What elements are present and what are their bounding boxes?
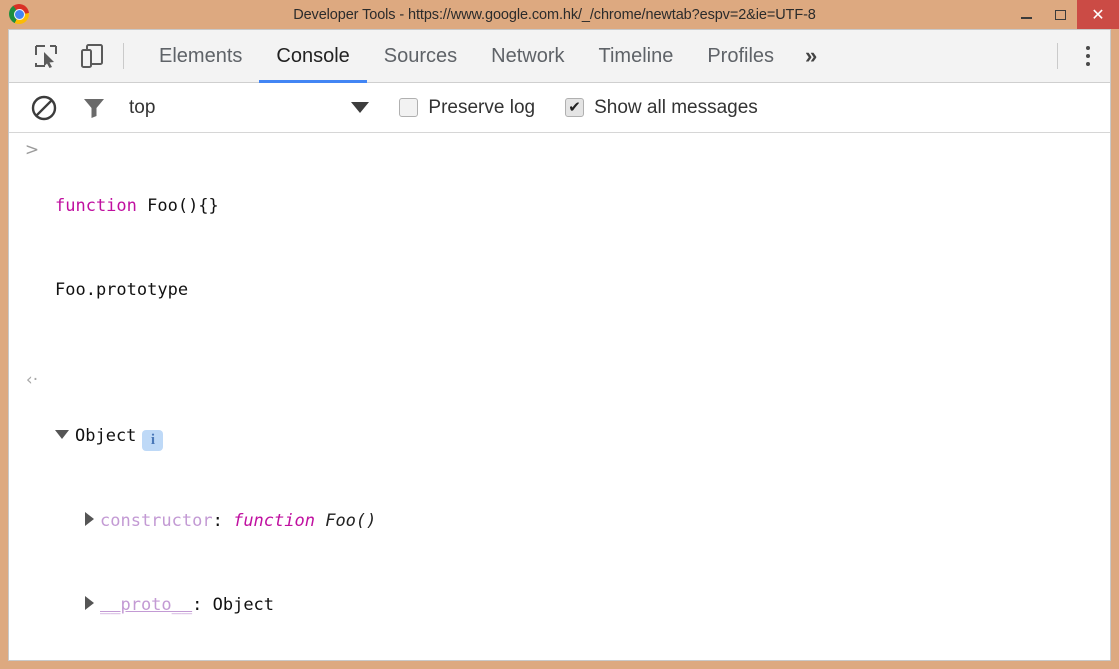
property-name: constructor xyxy=(100,511,213,531)
show-all-messages-label: Show all messages xyxy=(594,96,758,118)
property-name: __proto__ xyxy=(100,595,193,615)
chrome-logo-icon xyxy=(9,4,29,24)
property-value: Foo() xyxy=(314,511,377,531)
inspect-element-icon[interactable] xyxy=(23,30,69,82)
window-title: Developer Tools - https://www.google.com… xyxy=(293,6,816,23)
filter-funnel-icon[interactable] xyxy=(71,95,117,121)
tab-network[interactable]: Network xyxy=(474,30,581,82)
console-object-tree: Object i constructor: function Foo() __pr… xyxy=(55,366,1110,660)
property-value: Object xyxy=(212,595,275,615)
tab-label: Console xyxy=(276,44,350,67)
device-toolbar-icon[interactable] xyxy=(69,30,115,82)
console-output[interactable]: > function Foo(){} Foo.prototype ‹· Obje… xyxy=(9,133,1110,660)
object-label: Object xyxy=(75,426,137,446)
window-controls: ✕ xyxy=(1009,0,1119,29)
preserve-log-label: Preserve log xyxy=(428,96,536,118)
info-icon[interactable]: i xyxy=(142,430,164,451)
devtools-panel: Elements Console Sources Network Timelin… xyxy=(8,29,1111,661)
clear-console-icon[interactable] xyxy=(21,94,67,122)
kebab-menu-icon[interactable] xyxy=(1066,30,1110,82)
tabstrip-right-group xyxy=(1049,30,1110,82)
tab-label: Timeline xyxy=(598,44,674,67)
triangle-right-icon[interactable] xyxy=(85,596,94,610)
keyword-function: function xyxy=(55,196,137,216)
console-input-row[interactable]: > function Foo(){} Foo.prototype xyxy=(9,133,1110,363)
triangle-right-icon[interactable] xyxy=(85,512,94,526)
input-line-1-rest: Foo(){} xyxy=(136,196,219,216)
maximize-button[interactable] xyxy=(1043,0,1077,29)
object-property-row[interactable]: constructor: function Foo() xyxy=(55,507,1110,535)
tab-profiles[interactable]: Profiles xyxy=(690,30,791,82)
tab-label: Network xyxy=(491,44,565,67)
tab-label: Profiles xyxy=(707,44,775,67)
triangle-down-icon[interactable] xyxy=(55,430,69,439)
tab-elements[interactable]: Elements xyxy=(142,30,259,82)
input-line-2: Foo.prototype xyxy=(55,280,189,300)
property-separator: : xyxy=(212,511,234,531)
tab-label: Sources xyxy=(383,44,458,67)
object-property-row[interactable]: __proto__: Object xyxy=(55,591,1110,619)
console-filter-bar: top Preserve log Show all messages xyxy=(9,83,1110,133)
minimize-button[interactable] xyxy=(1009,0,1043,29)
keyword-function: function xyxy=(233,511,315,531)
show-all-messages-checkbox-group[interactable]: Show all messages xyxy=(565,97,758,119)
tab-sources[interactable]: Sources xyxy=(367,30,474,82)
more-tabs-icon[interactable]: » xyxy=(791,30,831,82)
chevron-down-icon[interactable] xyxy=(351,102,370,113)
output-marker: ‹· xyxy=(25,370,39,390)
console-input-text: function Foo(){} Foo.prototype xyxy=(55,136,1110,360)
object-header[interactable]: Object i xyxy=(55,422,1110,451)
show-all-messages-checkbox[interactable] xyxy=(565,98,585,117)
tab-timeline[interactable]: Timeline xyxy=(582,30,691,82)
toolbar-divider xyxy=(123,43,124,69)
input-marker: > xyxy=(24,140,40,160)
toolbar-divider xyxy=(1057,43,1058,69)
preserve-log-checkbox[interactable] xyxy=(399,98,419,117)
title-bar: Developer Tools - https://www.google.com… xyxy=(0,0,1119,29)
tab-label: Elements xyxy=(159,44,243,67)
devtools-tabs: Elements Console Sources Network Timelin… xyxy=(142,30,791,83)
tab-console[interactable]: Console xyxy=(259,30,368,83)
console-entry: > function Foo(){} Foo.prototype ‹· Obje… xyxy=(9,133,1110,660)
devtools-tab-strip: Elements Console Sources Network Timelin… xyxy=(9,30,1110,83)
property-separator: : xyxy=(192,595,213,615)
console-output-row: ‹· Object i constructor: function Foo() _… xyxy=(9,363,1110,660)
close-button[interactable]: ✕ xyxy=(1077,0,1119,29)
preserve-log-checkbox-group[interactable]: Preserve log xyxy=(399,97,535,119)
browser-window: Developer Tools - https://www.google.com… xyxy=(0,0,1119,669)
execution-context-select[interactable]: top xyxy=(129,97,155,119)
